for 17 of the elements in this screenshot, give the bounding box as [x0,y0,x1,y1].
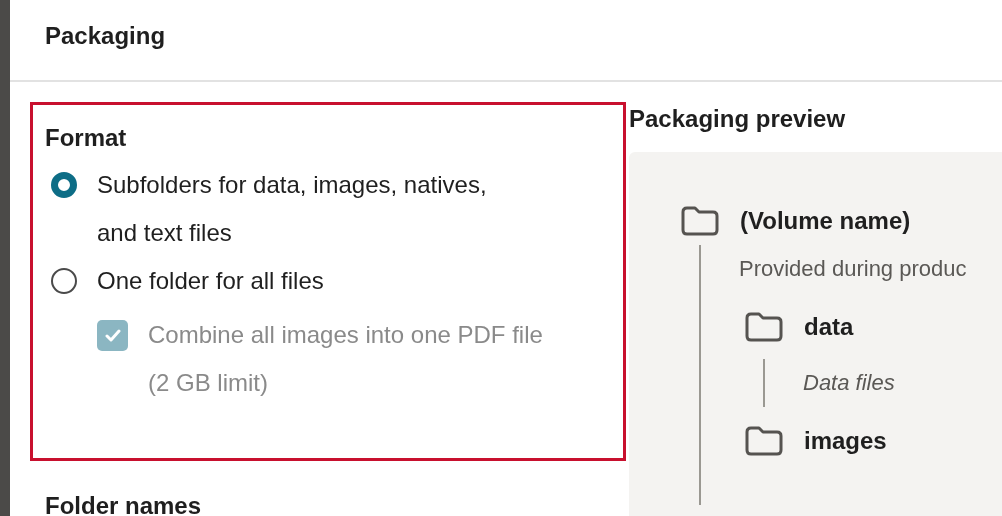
folder-name: data [804,313,854,341]
dialog-title: Packaging [45,22,166,51]
folder-description: Provided during produc [739,255,968,283]
folder-icon [744,426,784,456]
folder-icon [744,312,784,342]
folder-name: (Volume name) [740,207,911,235]
folder-icon [680,206,720,236]
folder-description: Data files [803,369,896,397]
radio-button[interactable] [51,172,77,198]
check-icon [104,329,121,342]
section-title: Packaging preview [629,104,847,134]
option-label[interactable]: Subfolders for data, images, natives, and text files [97,161,522,257]
option-label[interactable]: One folder for all files [97,257,522,305]
section-title: Format [45,123,128,153]
radio-button[interactable] [51,268,77,294]
folder-name: images [804,427,887,455]
section-title: Folder names [44,491,203,516]
